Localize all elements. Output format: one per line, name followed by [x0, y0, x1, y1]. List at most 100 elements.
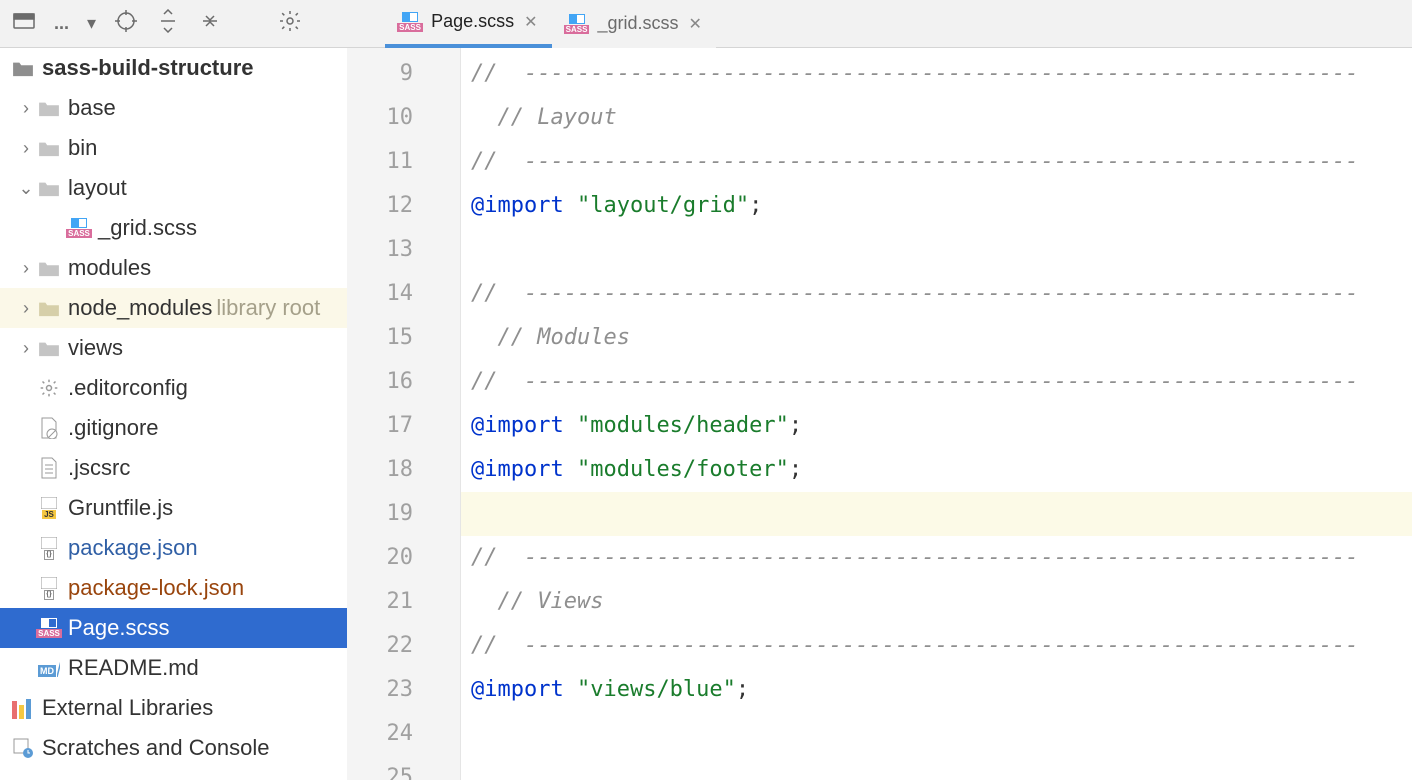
tree-item-layout[interactable]: ⌄ layout: [0, 168, 347, 208]
token-comment: // Modules: [471, 325, 630, 350]
tree-item-node_modules[interactable]: ›node_modules library root: [0, 288, 347, 328]
line-number[interactable]: 14: [347, 272, 431, 316]
target-icon[interactable]: [114, 9, 138, 38]
js-icon: JS: [36, 497, 62, 519]
code-line-20[interactable]: // -------------------------------------…: [461, 536, 1412, 580]
tree-item-_grid-scss[interactable]: SASS_grid.scss: [0, 208, 347, 248]
chevron-right-icon[interactable]: ›: [16, 258, 36, 279]
folder-icon: [36, 179, 62, 197]
tree-item-label: _grid.scss: [92, 215, 197, 241]
tree-item-base[interactable]: ›base: [0, 88, 347, 128]
tab-bar: SASSPage.scss✕SASS_grid.scss✕: [385, 0, 716, 48]
close-icon[interactable]: ✕: [524, 12, 537, 32]
tree-item-label: node_modules: [62, 295, 212, 321]
tree-item-label: .editorconfig: [62, 375, 188, 401]
code-line-14[interactable]: // -------------------------------------…: [461, 272, 1412, 316]
tree-root-label: sass-build-structure: [36, 55, 254, 81]
token-keyword: @import: [471, 193, 564, 218]
editor[interactable]: 910111213141516171819202122232425 // ---…: [347, 48, 1412, 780]
collapse-all-icon[interactable]: [198, 9, 222, 38]
project-tree[interactable]: sass-build-structure›base›bin⌄layoutSASS…: [0, 48, 347, 780]
line-number[interactable]: 16: [347, 360, 431, 404]
token-string: "modules/footer": [577, 457, 789, 482]
chevron-down-icon[interactable]: ⌄: [16, 178, 36, 199]
line-number[interactable]: 22: [347, 624, 431, 668]
library-icon: [10, 697, 36, 719]
line-number[interactable]: 23: [347, 668, 431, 712]
gutter[interactable]: 910111213141516171819202122232425: [347, 48, 431, 780]
code-line-23[interactable]: @import "views/blue";: [461, 668, 1412, 712]
tree-item-label: .gitignore: [62, 415, 159, 441]
toolbar-menu-label[interactable]: ...: [54, 13, 69, 34]
code-line-10[interactable]: // Layout: [461, 96, 1412, 140]
tree-item-bin[interactable]: › bin: [0, 128, 347, 168]
tab-page-scss[interactable]: SASSPage.scss✕: [385, 0, 551, 48]
tree-item--jscsrc[interactable]: .jscsrc: [0, 448, 347, 488]
chevron-right-icon[interactable]: ›: [16, 298, 36, 319]
folder-icon: [36, 259, 62, 277]
token-punc: ;: [789, 413, 802, 438]
code-line-9[interactable]: // -------------------------------------…: [461, 52, 1412, 96]
line-number[interactable]: 15: [347, 316, 431, 360]
tree-item-package-json[interactable]: {}package.json: [0, 528, 347, 568]
tab-label: _grid.scss: [598, 13, 679, 34]
token-string: "layout/grid": [577, 193, 749, 218]
line-number[interactable]: 25: [347, 756, 431, 780]
token-punc: ;: [789, 457, 802, 482]
code-line-16[interactable]: // -------------------------------------…: [461, 360, 1412, 404]
token-comment: // -------------------------------------…: [471, 149, 1358, 174]
code-line-22[interactable]: // -------------------------------------…: [461, 624, 1412, 668]
line-number[interactable]: 17: [347, 404, 431, 448]
code-line-24[interactable]: [461, 712, 1412, 756]
code-line-15[interactable]: // Modules: [461, 316, 1412, 360]
token-keyword: @import: [471, 413, 564, 438]
external-libraries[interactable]: External Libraries: [0, 688, 347, 728]
tree-item-readme-md[interactable]: MDREADME.md: [0, 648, 347, 688]
chevron-right-icon[interactable]: ›: [16, 338, 36, 359]
line-number[interactable]: 20: [347, 536, 431, 580]
code-line-18[interactable]: @import "modules/footer";: [461, 448, 1412, 492]
tab-_grid-scss[interactable]: SASS_grid.scss✕: [552, 0, 716, 48]
code-line-21[interactable]: // Views: [461, 580, 1412, 624]
line-number[interactable]: 21: [347, 580, 431, 624]
code-line-11[interactable]: // -------------------------------------…: [461, 140, 1412, 184]
tree-item--gitignore[interactable]: .gitignore: [0, 408, 347, 448]
code-line-13[interactable]: [461, 228, 1412, 272]
tree-item-views[interactable]: ›views: [0, 328, 347, 368]
tree-item-label: layout: [62, 175, 127, 201]
project-view-icon[interactable]: [12, 9, 36, 38]
tree-item-modules[interactable]: ›modules: [0, 248, 347, 288]
code-line-19[interactable]: [461, 492, 1412, 536]
json-icon: {}: [36, 537, 62, 560]
fold-column[interactable]: [431, 48, 461, 780]
line-number[interactable]: 9: [347, 52, 431, 96]
folder-icon: [36, 99, 62, 117]
close-icon[interactable]: ✕: [689, 14, 702, 34]
tree-item-label: bin: [62, 135, 97, 161]
gear-icon[interactable]: [278, 9, 302, 38]
tree-item--editorconfig[interactable]: .editorconfig: [0, 368, 347, 408]
line-number[interactable]: 13: [347, 228, 431, 272]
chevron-right-icon[interactable]: ›: [16, 98, 36, 119]
chevron-right-icon[interactable]: ›: [16, 138, 36, 159]
tree-item-package-lock-json[interactable]: {}package-lock.json: [0, 568, 347, 608]
tree-item-gruntfile-js[interactable]: JSGruntfile.js: [0, 488, 347, 528]
code-area[interactable]: // -------------------------------------…: [461, 48, 1412, 780]
chevron-down-icon[interactable]: ▾: [87, 13, 96, 34]
external-libraries-label: External Libraries: [36, 695, 213, 721]
line-number[interactable]: 12: [347, 184, 431, 228]
expand-all-icon[interactable]: [156, 9, 180, 38]
token-comment: // -------------------------------------…: [471, 369, 1358, 394]
scratches-and-console[interactable]: Scratches and Console: [0, 728, 347, 768]
code-line-12[interactable]: @import "layout/grid";: [461, 184, 1412, 228]
tree-item-page-scss[interactable]: SASSPage.scss: [0, 608, 347, 648]
file-ignore-icon: [36, 417, 62, 439]
line-number[interactable]: 11: [347, 140, 431, 184]
code-line-17[interactable]: @import "modules/header";: [461, 404, 1412, 448]
line-number[interactable]: 24: [347, 712, 431, 756]
code-line-25[interactable]: [461, 756, 1412, 780]
line-number[interactable]: 10: [347, 96, 431, 140]
line-number[interactable]: 19: [347, 492, 431, 536]
tree-root[interactable]: sass-build-structure: [0, 48, 347, 88]
line-number[interactable]: 18: [347, 448, 431, 492]
